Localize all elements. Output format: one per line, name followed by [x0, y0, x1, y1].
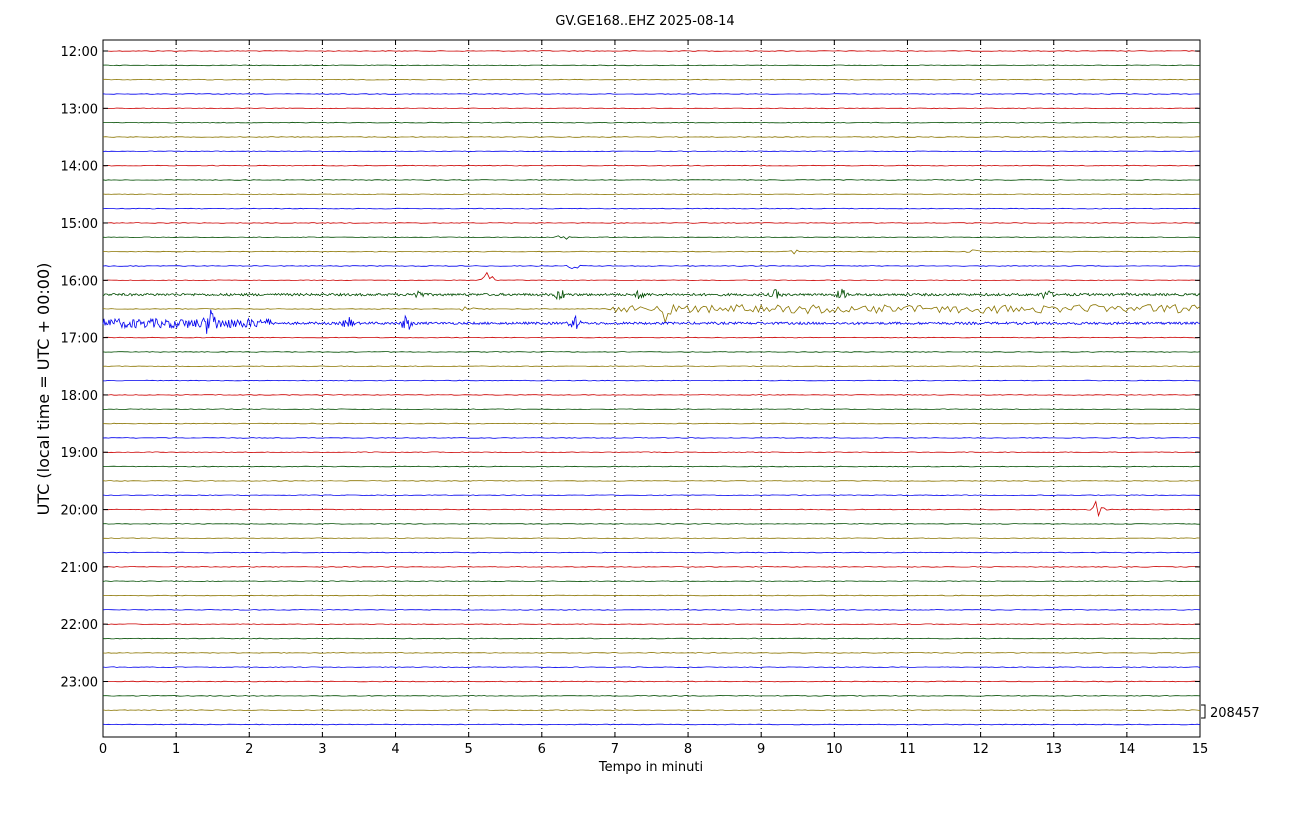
- y-axis-ticks: 12:00 13:00 14:00 15:00 16:00 17:00 18:00 19:00…: [61, 45, 1200, 691]
- trace-line: [102, 394, 1201, 396]
- trace-line: [102, 695, 1201, 697]
- x-tick-label: 7: [611, 742, 619, 757]
- x-tick-label: 6: [538, 742, 546, 757]
- trace-line: [102, 288, 1201, 301]
- trace-line: [102, 107, 1201, 110]
- trace-line: [102, 50, 1201, 52]
- trace-line: [102, 422, 1201, 425]
- trace-line: [102, 480, 1201, 482]
- y-tick-label: 23:00: [61, 676, 98, 691]
- trace-line: [102, 179, 1201, 181]
- x-tick-label: 15: [1192, 742, 1209, 757]
- y-tick-label: 14:00: [61, 160, 98, 175]
- trace-line: [102, 309, 1201, 334]
- y-tick-label: 22:00: [61, 618, 98, 633]
- trace-line: [102, 723, 1201, 726]
- trace-line: [102, 500, 1201, 518]
- trace-line: [102, 264, 1201, 270]
- trace-line: [102, 235, 1201, 240]
- trace-line: [102, 93, 1201, 95]
- y-tick-label: 17:00: [61, 332, 98, 347]
- trace-line: [102, 379, 1201, 382]
- trace-line: [102, 351, 1201, 353]
- trace-line: [103, 637, 1201, 640]
- trace-line: [102, 709, 1201, 711]
- trace-line: [102, 609, 1201, 611]
- trace-line: [102, 164, 1201, 167]
- trace-line: [102, 465, 1201, 468]
- trace-line: [102, 150, 1201, 153]
- trace-line: [102, 408, 1201, 411]
- y-tick-label: 13:00: [61, 102, 98, 117]
- trace-line: [102, 136, 1201, 138]
- trace-line: [102, 666, 1201, 668]
- y-axis-label: UTC (local time = UTC + 00:00): [34, 263, 53, 516]
- trace-line: [103, 121, 1201, 124]
- x-tick-label: 12: [972, 742, 989, 757]
- trace-line: [102, 451, 1201, 454]
- x-axis-label: Tempo in minuti: [598, 760, 703, 775]
- trace-line: [102, 193, 1201, 196]
- trace-line: [102, 303, 1201, 324]
- trace-line: [102, 566, 1201, 568]
- x-tick-label: 3: [318, 742, 326, 757]
- trace-line: [102, 652, 1201, 654]
- x-tick-label: 0: [99, 742, 107, 757]
- x-tick-label: 14: [1119, 742, 1136, 757]
- y-tick-label: 21:00: [61, 561, 98, 576]
- trace-line: [102, 78, 1201, 81]
- y-tick-label: 15:00: [61, 217, 98, 232]
- x-tick-label: 1: [172, 742, 180, 757]
- vertical-grid: [175, 40, 1128, 737]
- x-tick-label: 11: [899, 742, 916, 757]
- trace-line: [102, 580, 1201, 583]
- y-tick-label: 19:00: [61, 446, 98, 461]
- x-tick-label: 5: [465, 742, 473, 757]
- scale-bar: 208457: [1201, 704, 1260, 721]
- plot-frame: [102, 39, 1201, 738]
- trace-line: [102, 365, 1201, 368]
- x-tick-label: 10: [826, 742, 843, 757]
- chart-title: GV.GE168..EHZ 2025-08-14: [555, 14, 734, 29]
- y-tick-label: 20:00: [61, 504, 98, 519]
- scale-label: 208457: [1210, 706, 1260, 721]
- trace-line: [102, 222, 1201, 224]
- trace-line: [102, 623, 1201, 625]
- x-tick-label: 13: [1045, 742, 1062, 757]
- x-tick-label: 9: [757, 742, 765, 757]
- trace-line: [102, 437, 1201, 439]
- y-tick-label: 12:00: [61, 45, 98, 60]
- trace-line: [102, 523, 1200, 525]
- y-tick-label: 18:00: [61, 389, 98, 404]
- trace-line: [103, 594, 1201, 597]
- trace-line: [102, 680, 1200, 683]
- trace-line: [102, 494, 1201, 497]
- trace-line: [102, 551, 1201, 554]
- x-tick-label: 2: [245, 742, 253, 757]
- seismic-traces: [102, 50, 1201, 726]
- x-tick-label: 4: [391, 742, 399, 757]
- x-axis-ticks: 0 1 2 3 4 5 6 7 8 9 10 11 12 13 14 15: [99, 40, 1208, 757]
- trace-line: [102, 249, 1201, 255]
- helicorder-chart: GV.GE168..EHZ 2025-08-14 0 1 2 3 4 5 6 7 8 9 10 11 1…: [34, 14, 1260, 775]
- trace-line: [102, 207, 1201, 210]
- y-tick-label: 16:00: [61, 274, 98, 289]
- trace-line: [102, 64, 1201, 67]
- trace-line: [102, 271, 1201, 282]
- x-tick-label: 8: [684, 742, 692, 757]
- trace-line: [102, 336, 1201, 339]
- trace-line: [103, 537, 1201, 540]
